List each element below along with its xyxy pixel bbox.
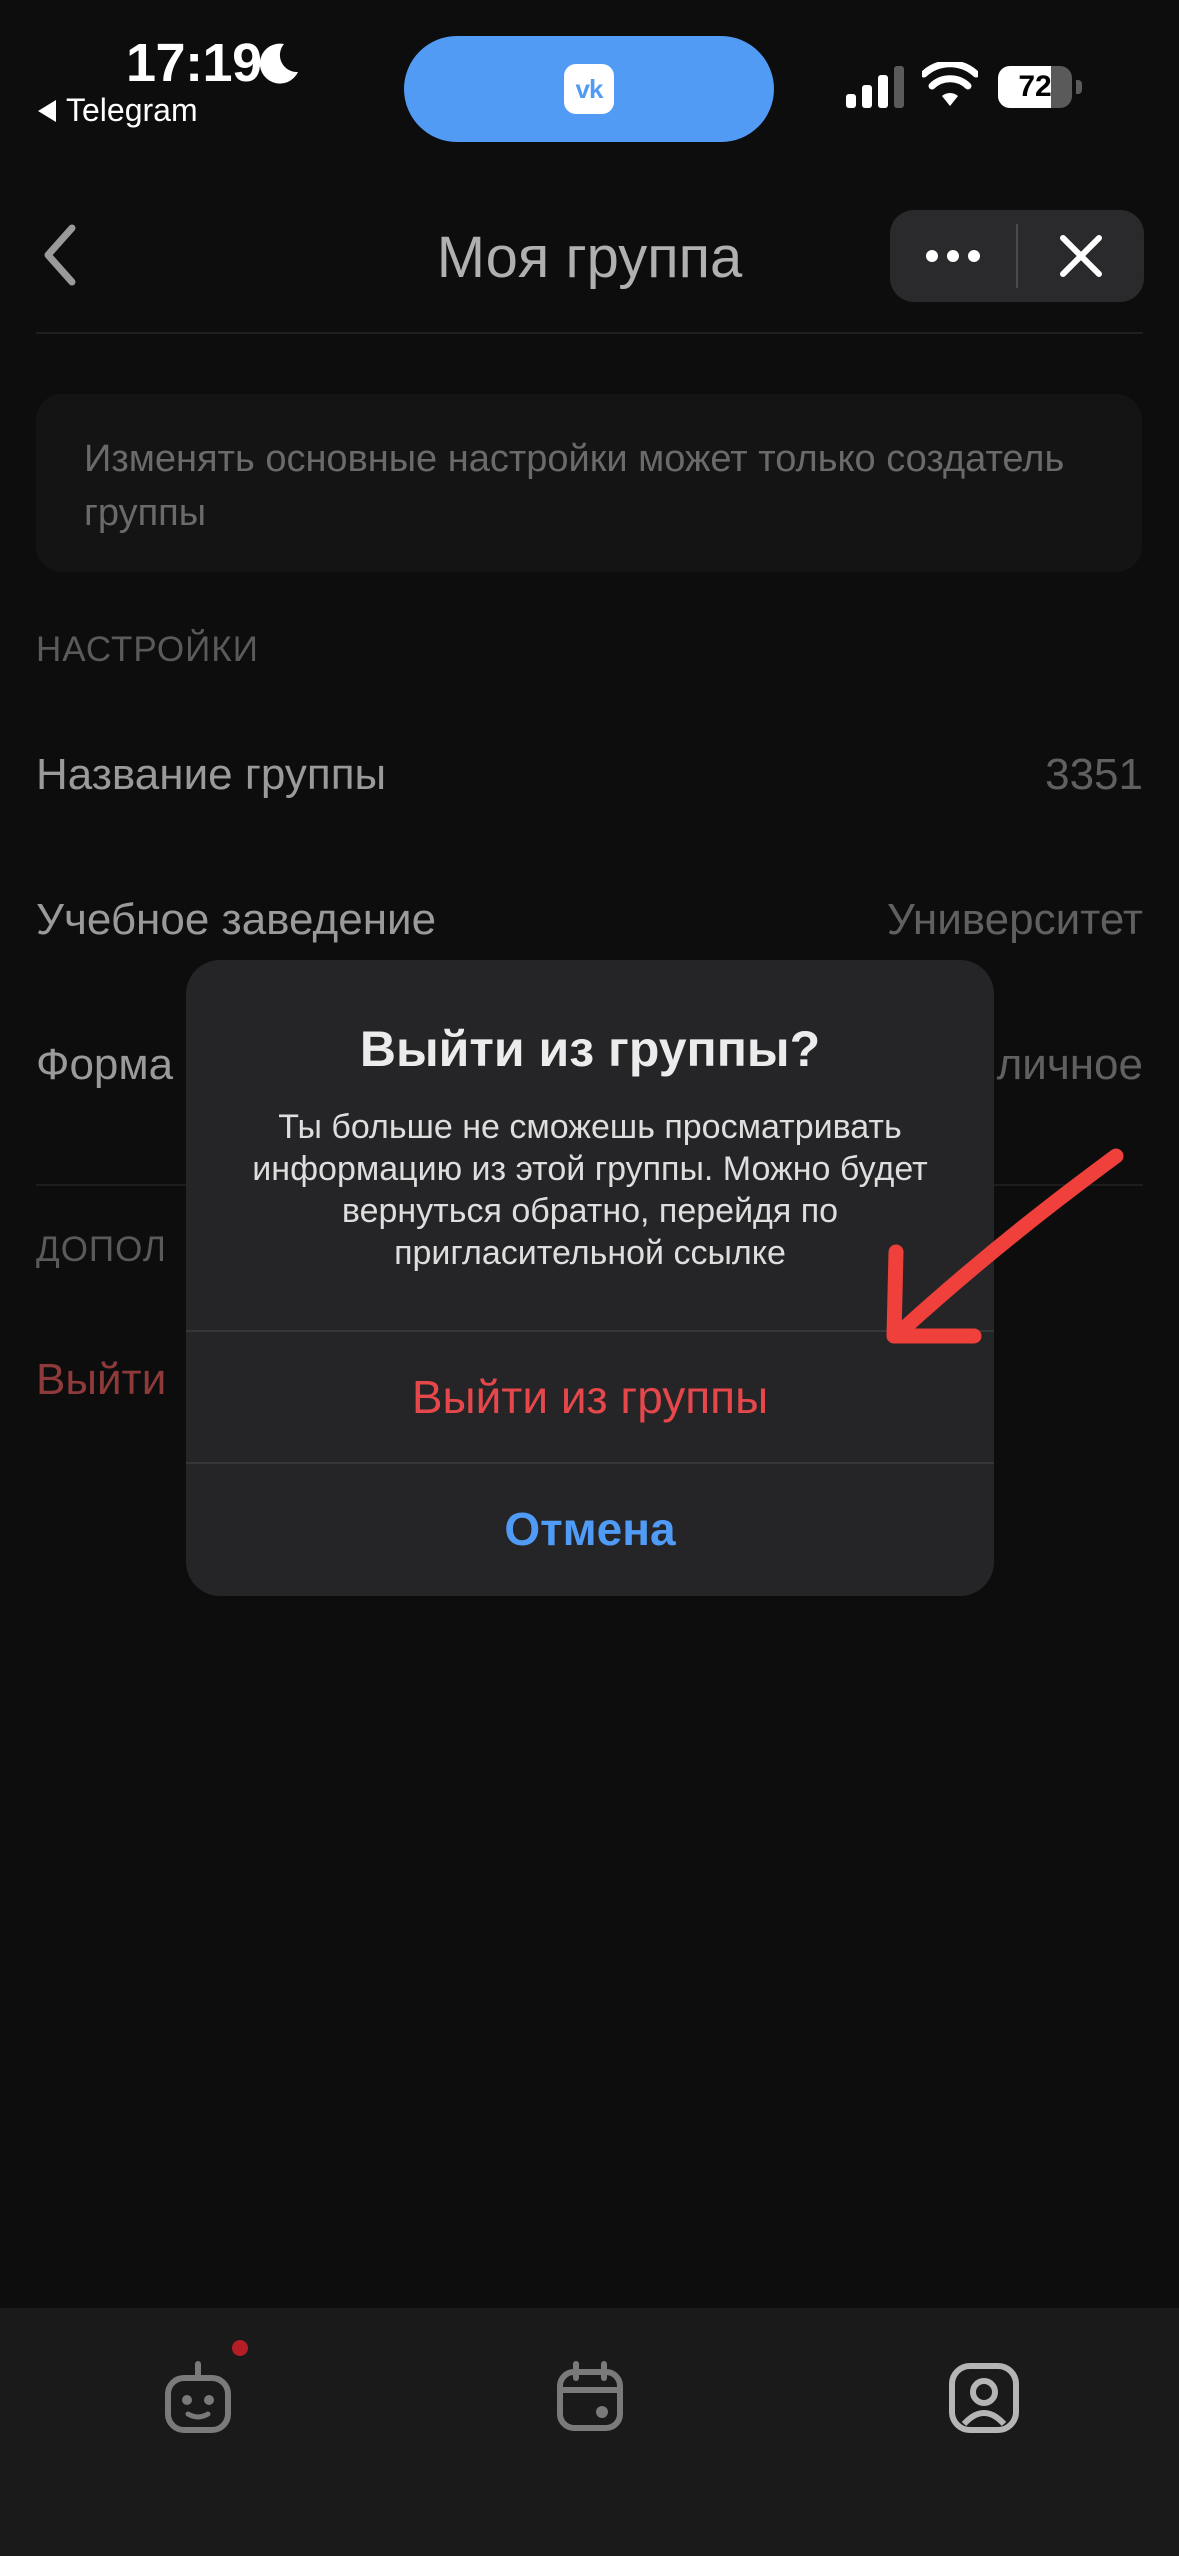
back-triangle-icon (38, 99, 56, 122)
close-icon (1060, 235, 1102, 277)
status-time: 17:19 (126, 33, 262, 93)
tab-calendar[interactable] (540, 2348, 640, 2448)
mini-app-capsule (890, 210, 1144, 302)
cancel-button[interactable]: Отмена (186, 1464, 994, 1594)
setting-row-label[interactable]: Форма (36, 1040, 173, 1090)
leave-group-row[interactable]: Выйти (36, 1355, 166, 1405)
notification-badge (232, 2340, 248, 2356)
setting-row-label[interactable]: Название группы (36, 750, 386, 800)
tab-profile[interactable] (934, 2348, 1034, 2448)
section-label-settings: НАСТРОЙКИ (36, 630, 259, 669)
header-divider (36, 332, 1143, 334)
vk-logo-icon: vk (564, 64, 614, 114)
tab-bar (0, 2308, 1179, 2556)
back-to-app-link[interactable]: Telegram (38, 92, 198, 129)
setting-row-label[interactable]: Учебное заведение (36, 895, 436, 945)
setting-row-value: Университет (886, 895, 1143, 944)
info-card-text: Изменять основные настройки может только… (84, 438, 1065, 534)
close-button[interactable] (1018, 210, 1144, 302)
moon-icon (259, 43, 298, 84)
battery-level-label: 72 (1018, 70, 1052, 103)
calendar-icon (557, 2361, 623, 2431)
back-app-label: Telegram (66, 92, 198, 128)
setting-row-value: 3351 (1045, 750, 1143, 799)
annotation-arrow-icon (886, 1148, 1124, 1344)
tab-bot[interactable] (148, 2348, 248, 2448)
info-card: Изменять основные настройки может только… (36, 394, 1142, 572)
more-horizontal-icon (926, 250, 980, 262)
profile-icon (949, 2363, 1019, 2433)
bot-icon (165, 2361, 231, 2433)
alert-title: Выйти из группы? (359, 1021, 821, 1077)
setting-row-value: личное (996, 1040, 1143, 1089)
alert-message: Ты больше не сможешь просматривать инфор… (252, 1108, 928, 1272)
battery-indicator: 72 (998, 66, 1082, 110)
wifi-icon (922, 62, 978, 106)
cellular-signal-icon (846, 66, 904, 108)
section-label-extra: ДОПОЛ (36, 1230, 167, 1269)
dynamic-island[interactable]: vk (404, 36, 774, 142)
more-button[interactable] (890, 210, 1016, 302)
